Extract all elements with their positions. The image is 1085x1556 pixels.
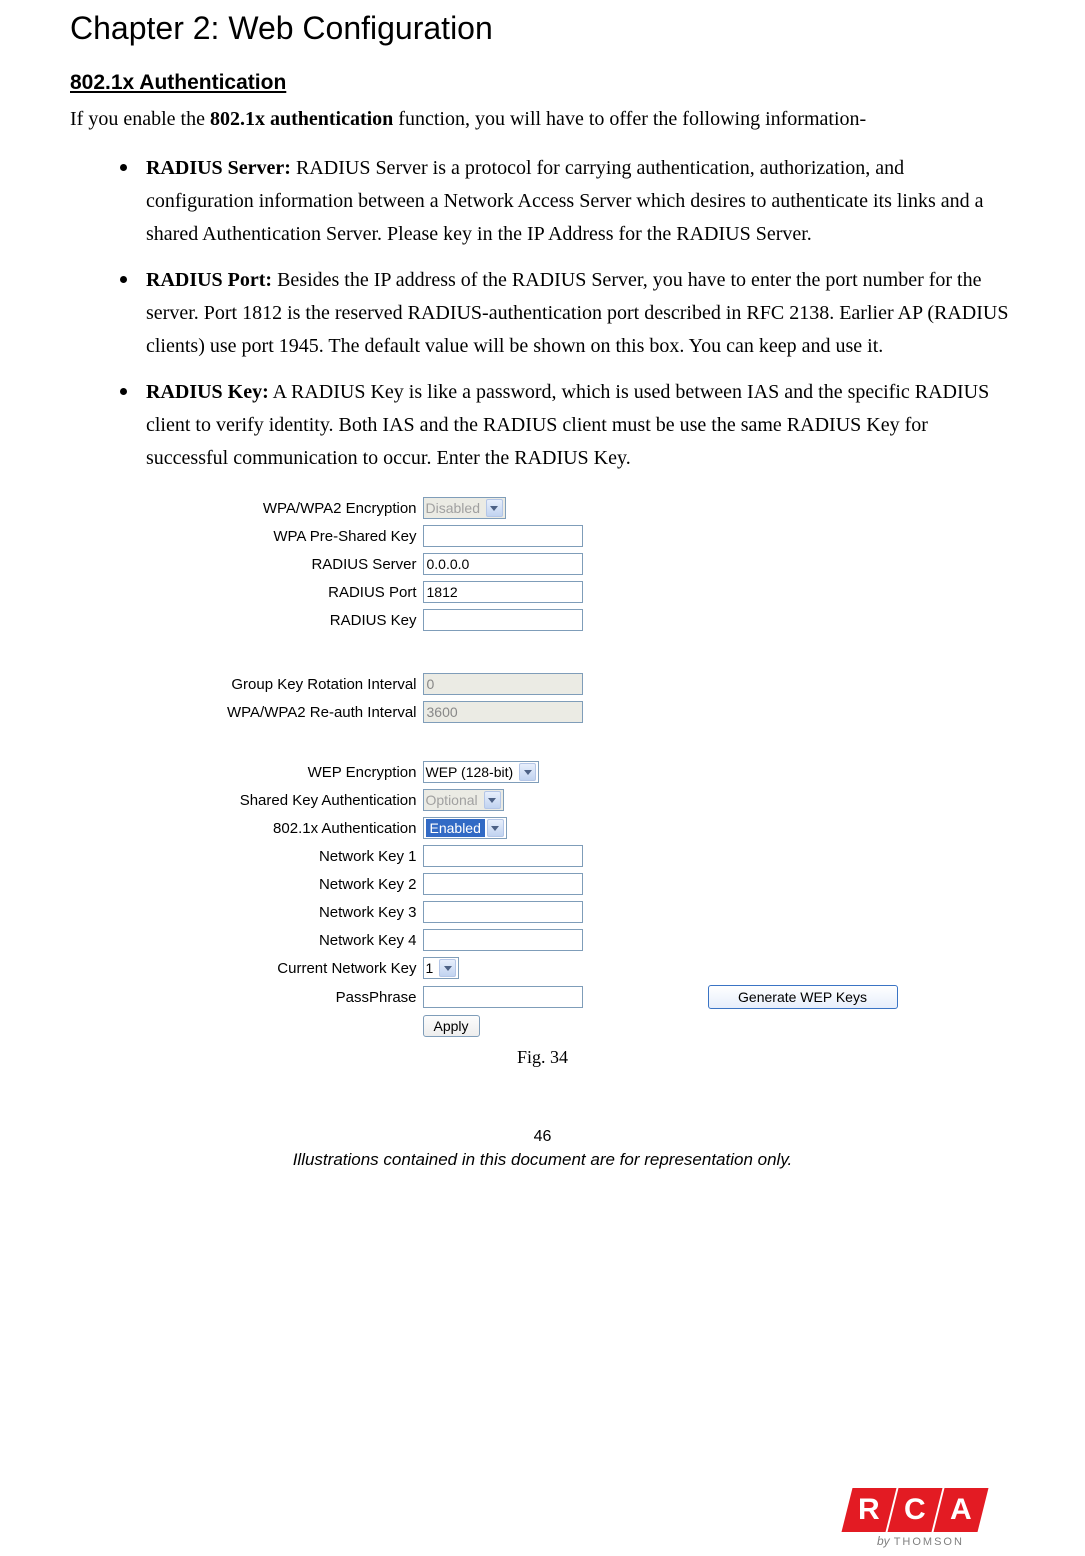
intro-paragraph: If you enable the 802.1x authentication … (70, 103, 1015, 135)
chevron-down-icon (487, 819, 504, 837)
section-title: 802.1x Authentication (70, 71, 1015, 95)
footer-bar: R C A byTHOMSON (0, 1450, 1085, 1556)
chevron-down-icon (484, 791, 501, 809)
netkey3-label: Network Key 3 (188, 904, 423, 921)
config-panel: WPA/WPA2 Encryption Disabled WPA Pre-Sha… (188, 497, 898, 1037)
chevron-down-icon (486, 499, 503, 517)
bullet-text: A RADIUS Key is like a password, which i… (146, 381, 989, 469)
bullet-list: RADIUS Server: RADIUS Server is a protoc… (70, 149, 1015, 475)
reauth-input (423, 701, 583, 723)
netkey3-input[interactable] (423, 901, 583, 923)
radius-port-label: RADIUS Port (188, 584, 423, 601)
netkey2-input[interactable] (423, 873, 583, 895)
current-key-select[interactable]: 1 (423, 957, 460, 979)
current-key-label: Current Network Key (188, 960, 423, 977)
radius-port-input[interactable] (423, 581, 583, 603)
radius-key-label: RADIUS Key (188, 612, 423, 629)
chapter-title: Chapter 2: Web Configuration (70, 10, 1015, 47)
bullet-label: RADIUS Server: (146, 157, 291, 179)
wep-encryption-label: WEP Encryption (188, 764, 423, 781)
bullet-label: RADIUS Key: (146, 381, 269, 403)
shared-key-auth-label: Shared Key Authentication (188, 792, 423, 809)
bullet-label: RADIUS Port: (146, 269, 272, 291)
list-item: RADIUS Port: Besides the IP address of t… (140, 261, 1015, 363)
select-value: Optional (426, 792, 482, 808)
intro-pre: If you enable the (70, 108, 210, 130)
chevron-down-icon (439, 959, 456, 977)
passphrase-input[interactable] (423, 986, 583, 1008)
chevron-down-icon (519, 763, 536, 781)
radius-server-input[interactable] (423, 553, 583, 575)
netkey1-label: Network Key 1 (188, 848, 423, 865)
reauth-label: WPA/WPA2 Re-auth Interval (188, 704, 423, 721)
wpa-encryption-label: WPA/WPA2 Encryption (188, 500, 423, 517)
netkey4-input[interactable] (423, 929, 583, 951)
select-value: Disabled (426, 500, 484, 516)
list-item: RADIUS Server: RADIUS Server is a protoc… (140, 149, 1015, 251)
figure-caption: Fig. 34 (70, 1047, 1015, 1068)
passphrase-label: PassPhrase (188, 989, 423, 1006)
wpa-encryption-select[interactable]: Disabled (423, 497, 506, 519)
wep-encryption-select[interactable]: WEP (128-bit) (423, 761, 540, 783)
wpa-psk-label: WPA Pre-Shared Key (188, 528, 423, 545)
select-value: Enabled (426, 819, 485, 837)
page-number: 46 (70, 1128, 1015, 1146)
intro-post: function, you will have to offer the fol… (393, 108, 866, 130)
wpa-psk-input[interactable] (423, 525, 583, 547)
bullet-text: Besides the IP address of the RADIUS Ser… (146, 269, 1008, 357)
select-value: 1 (426, 960, 438, 976)
shared-key-auth-select[interactable]: Optional (423, 789, 504, 811)
radius-key-input[interactable] (423, 609, 583, 631)
apply-button[interactable]: Apply (423, 1015, 480, 1037)
netkey1-input[interactable] (423, 845, 583, 867)
netkey2-label: Network Key 2 (188, 876, 423, 893)
intro-bold: 802.1x authentication (210, 108, 393, 130)
auth-8021x-label: 802.1x Authentication (188, 820, 423, 837)
generate-wep-keys-button[interactable]: Generate WEP Keys (708, 985, 898, 1009)
thomson-text: THOMSON (894, 1536, 964, 1548)
group-key-label: Group Key Rotation Interval (188, 676, 423, 693)
radius-server-label: RADIUS Server (188, 556, 423, 573)
footer-logo-area: R C A byTHOMSON (835, 1450, 1085, 1556)
select-value: WEP (128-bit) (426, 764, 518, 780)
disclaimer: Illustrations contained in this document… (70, 1150, 1015, 1170)
auth-8021x-select[interactable]: Enabled (423, 817, 507, 839)
netkey4-label: Network Key 4 (188, 932, 423, 949)
rca-logo: R C A (847, 1488, 983, 1532)
group-key-input (423, 673, 583, 695)
list-item: RADIUS Key: A RADIUS Key is like a passw… (140, 373, 1015, 475)
logo-letter: A (934, 1488, 989, 1532)
